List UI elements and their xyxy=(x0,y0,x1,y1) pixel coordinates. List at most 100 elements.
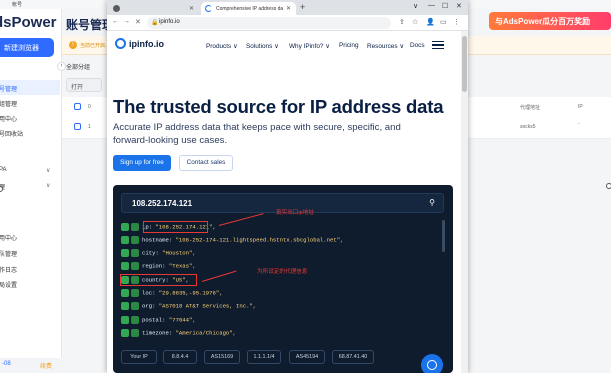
group-filter[interactable]: 全部分组 xyxy=(66,62,90,71)
tab-active[interactable]: Comprehensive IP address da ✕ xyxy=(201,2,296,15)
renew-link[interactable]: 续费 xyxy=(40,361,52,370)
sidebar-item-accounts[interactable]: 号管理 xyxy=(0,84,17,93)
copy-icon[interactable] xyxy=(121,329,129,337)
nav-products[interactable]: Products ∨ xyxy=(206,42,238,50)
column-header-ip: IP xyxy=(578,104,583,110)
copy-icon[interactable] xyxy=(121,289,129,297)
nav-docs[interactable]: Docs xyxy=(410,42,425,49)
json-value: "77044", xyxy=(168,316,196,324)
row-ip-value: - xyxy=(578,121,580,127)
url-text[interactable]: ipinfo.io xyxy=(159,19,180,25)
json-key: city xyxy=(142,249,156,257)
row-checkbox[interactable] xyxy=(74,103,81,110)
tab-search-icon[interactable]: ∨ xyxy=(413,2,418,10)
bookmark-star-icon[interactable]: ☆ xyxy=(412,18,418,26)
chip-ip-68874140[interactable]: 68.87.41.40 xyxy=(332,350,374,364)
nav-resources[interactable]: Resources ∨ xyxy=(367,42,404,50)
side-panel-icon[interactable]: ▭ xyxy=(440,18,447,26)
json-key: postal xyxy=(142,316,163,324)
maximize-icon[interactable]: ☐ xyxy=(442,2,448,10)
sidebar-item-groups[interactable]: 组管理 xyxy=(0,99,17,108)
chat-bubble-icon[interactable] xyxy=(421,354,443,373)
tab-strip: ✕ Comprehensive IP address da ✕ + ∨ — ☐ … xyxy=(107,0,468,15)
expand-icon xyxy=(131,289,139,297)
close-icon[interactable]: ✕ xyxy=(189,5,194,12)
expand-icon xyxy=(131,262,139,270)
sidebar-collapse-icon[interactable]: ‹ xyxy=(57,62,66,71)
sidebar-item-settings[interactable]: 局设置 xyxy=(0,280,17,289)
nav-solutions[interactable]: Solutions ∨ xyxy=(246,42,279,50)
lock-icon[interactable]: 🔒 xyxy=(151,19,158,26)
json-value: "America/Chicago", xyxy=(175,329,237,337)
app-logo: dsPower xyxy=(0,14,57,31)
tab-inactive[interactable]: ✕ xyxy=(109,2,199,15)
sidebar-item-rpa[interactable]: PA xyxy=(0,167,7,173)
signup-button[interactable]: Sign up for free xyxy=(113,155,171,171)
json-line-hostname: hostname: "108-252-174-121.lightspeed.hs… xyxy=(121,236,343,247)
annotation-text-ip: 真实出口ip地址 xyxy=(276,210,314,216)
open-button[interactable]: 打开 xyxy=(66,78,102,92)
expiry-text: -08 xyxy=(2,361,11,367)
json-scrollbar[interactable] xyxy=(442,220,445,252)
sidebar-item-logs[interactable]: 作日志 xyxy=(0,265,17,274)
chip-ip-8844[interactable]: 8.8.4.4 xyxy=(163,350,197,364)
copy-icon[interactable] xyxy=(121,223,129,231)
chip-as45194[interactable]: AS45194 xyxy=(289,350,325,364)
nav-why-ipinfo[interactable]: Why IPinfo? ∨ xyxy=(289,42,330,50)
row-index: 0 xyxy=(88,104,91,110)
json-line-timezone: timezone: "America/Chicago", xyxy=(121,329,236,340)
chip-as15169[interactable]: AS15169 xyxy=(204,350,240,364)
json-value: "108-252-174-121.lightspeed.hstntx.sbcgl… xyxy=(175,236,344,244)
row-checkbox[interactable] xyxy=(74,123,81,130)
back-icon[interactable]: ← xyxy=(112,18,119,25)
scroll-handle[interactable] xyxy=(606,183,611,189)
expand-icon xyxy=(131,236,139,244)
hero-title: The trusted source for IP address data xyxy=(113,96,444,117)
close-icon[interactable]: ✕ xyxy=(135,18,141,26)
copy-icon[interactable] xyxy=(121,262,129,270)
menu-kebab-icon[interactable]: ⋮ xyxy=(453,18,460,26)
hamburger-menu-icon[interactable] xyxy=(432,41,444,49)
search-icon[interactable]: ⚲ xyxy=(429,198,435,207)
promo-banner[interactable]: 与AdsPower瓜分百万奖励 xyxy=(489,12,611,30)
row-index: 1 xyxy=(88,124,91,130)
search-ip-value[interactable]: 108.252.174.121 xyxy=(132,199,192,208)
close-icon[interactable]: ✕ xyxy=(286,5,291,12)
copy-icon[interactable] xyxy=(121,316,129,324)
contact-sales-button[interactable]: Contact sales xyxy=(179,155,233,171)
ipinfo-logo-icon[interactable] xyxy=(115,38,126,49)
close-window-icon[interactable]: ✕ xyxy=(456,2,462,10)
json-value: "AS7018 AT&T Services, Inc.", xyxy=(158,302,257,310)
sidebar-item-user-center[interactable]: 用中心 xyxy=(0,233,17,242)
json-key: region xyxy=(142,262,163,270)
minimize-icon[interactable]: — xyxy=(428,2,435,9)
sidebar-item-recycle-bin[interactable]: 号回收站 xyxy=(0,129,23,138)
chip-ip-1111[interactable]: 1.1.1.1/4 xyxy=(247,350,281,364)
profile-icon[interactable]: 👤 xyxy=(426,18,435,26)
json-key: timezone xyxy=(142,329,169,337)
tab-title: Comprehensive IP address da xyxy=(216,6,284,12)
copy-icon[interactable] xyxy=(121,249,129,257)
expand-icon xyxy=(131,302,139,310)
copy-icon[interactable] xyxy=(121,302,129,310)
scrollbar-thumb[interactable] xyxy=(462,36,467,92)
new-tab-button[interactable]: + xyxy=(300,2,305,12)
forward-icon[interactable]: → xyxy=(123,18,130,25)
chevron-down-icon: ∨ xyxy=(46,183,51,189)
json-line-city: city: "Houston", xyxy=(121,249,196,260)
ipinfo-logo[interactable]: ipinfo.io xyxy=(129,39,164,49)
favicon-icon xyxy=(113,5,120,12)
copy-icon[interactable] xyxy=(121,236,129,244)
sidebar-item-team[interactable]: 队管理 xyxy=(0,249,17,258)
annotation-box-ip xyxy=(143,221,208,233)
sidebar-item-app-center[interactable]: 用中心 xyxy=(0,114,17,123)
notice-text: 当前已开启... xyxy=(80,43,110,49)
nav-pricing[interactable]: Pricing xyxy=(339,42,359,49)
new-browser-button[interactable]: 新建浏览器 xyxy=(0,38,54,57)
chip-your-ip[interactable]: Your IP xyxy=(121,350,157,364)
json-line-org: org: "AS7018 AT&T Services, Inc.", xyxy=(121,302,256,313)
address-bar[interactable]: 🔒 ipinfo.io xyxy=(147,17,391,29)
share-icon[interactable]: ⇪ xyxy=(399,18,405,26)
expand-icon xyxy=(131,223,139,231)
browser-toolbar: ← → ✕ 🔒 ipinfo.io ⇪ ☆ 👤 ▭ ⋮ xyxy=(107,15,468,31)
